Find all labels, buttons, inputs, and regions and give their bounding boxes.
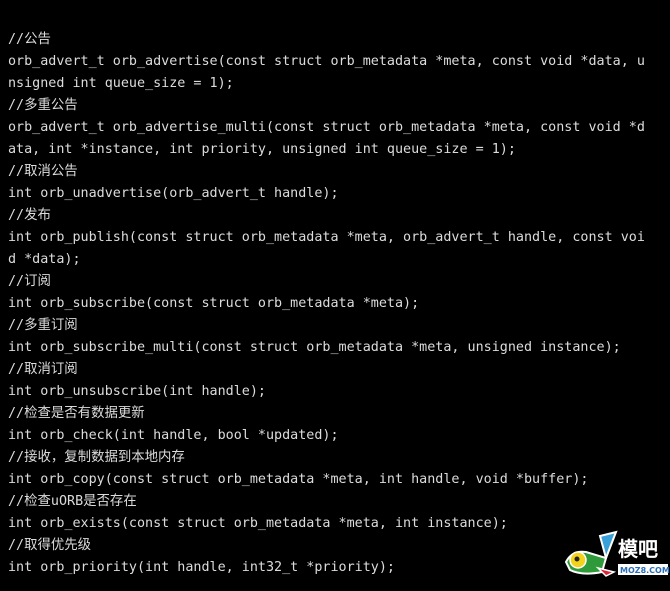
code-line: int orb_subscribe_multi(const struct orb… bbox=[8, 340, 621, 355]
code-line: int orb_copy(const struct orb_metadata *… bbox=[8, 472, 589, 487]
code-comment-line: //多重公告 bbox=[8, 98, 78, 113]
code-comment-line: //接收，复制数据到本地内存 bbox=[8, 450, 185, 465]
moz8-watermark-logo: 模吧 MOZ8.COM bbox=[562, 528, 670, 586]
code-line: int orb_unsubscribe(int handle); bbox=[8, 384, 266, 399]
code-line: nsigned int queue_size = 1); bbox=[8, 76, 234, 91]
code-comment-line: //检查是否有数据更新 bbox=[8, 406, 145, 421]
code-comment-line: //取消公告 bbox=[8, 164, 78, 179]
code-line: orb_advert_t orb_advertise(const struct … bbox=[8, 54, 645, 69]
bird-logo-icon: 模吧 MOZ8.COM bbox=[564, 530, 670, 577]
svg-text:模吧: 模吧 bbox=[618, 537, 658, 561]
code-line: int orb_publish(const struct orb_metadat… bbox=[8, 230, 645, 245]
code-comment-line: //多重订阅 bbox=[8, 318, 78, 333]
code-line: orb_advert_t orb_advertise_multi(const s… bbox=[8, 120, 645, 135]
code-comment-line: //取消订阅 bbox=[8, 362, 78, 377]
code-comment-line: //订阅 bbox=[8, 274, 51, 289]
code-comment-line: //检查uORB是否存在 bbox=[8, 494, 137, 509]
code-line: int orb_exists(const struct orb_metadata… bbox=[8, 516, 508, 531]
code-comment-line: //发布 bbox=[8, 208, 51, 223]
code-line: d *data); bbox=[8, 252, 81, 267]
code-line: int orb_priority(int handle, int32_t *pr… bbox=[8, 560, 395, 575]
code-block: //公告 orb_advert_t orb_advertise(const str… bbox=[8, 29, 645, 579]
code-line: int orb_unadvertise(orb_advert_t handle)… bbox=[8, 186, 339, 201]
code-comment-line: //取得优先级 bbox=[8, 538, 92, 553]
code-line: int orb_check(int handle, bool *updated)… bbox=[8, 428, 339, 443]
code-comment-line: //公告 bbox=[8, 32, 51, 47]
svg-text:MOZ8.COM: MOZ8.COM bbox=[620, 566, 670, 575]
code-line: ata, int *instance, int priority, unsign… bbox=[8, 142, 516, 157]
code-line: int orb_subscribe(const struct orb_metad… bbox=[8, 296, 420, 311]
